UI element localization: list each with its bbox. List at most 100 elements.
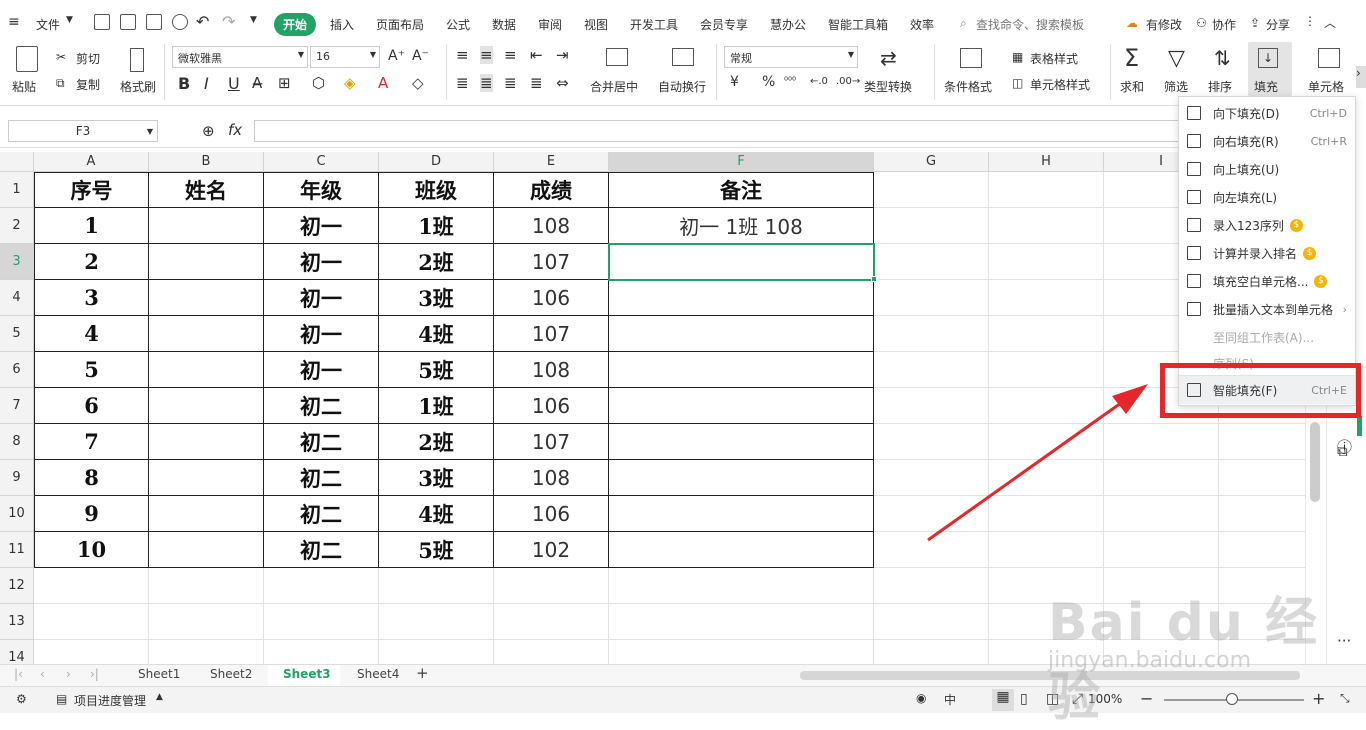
merge-center-icon[interactable] — [606, 48, 628, 66]
search-icon[interactable]: ⌕ — [960, 16, 967, 31]
table-cell[interactable]: 107 — [494, 316, 609, 352]
font-shrink-icon[interactable]: A⁻ — [412, 48, 429, 64]
empty-cell[interactable] — [1104, 532, 1219, 568]
table-cell[interactable]: 初二 — [264, 388, 379, 424]
more-icon[interactable]: ⋮ — [1304, 14, 1316, 28]
table-cell[interactable]: 6 — [34, 388, 149, 424]
empty-cell[interactable] — [1219, 424, 1305, 460]
empty-cell[interactable] — [989, 280, 1104, 316]
table-cell[interactable]: 102 — [494, 532, 609, 568]
table-cell[interactable]: 5班 — [379, 352, 494, 388]
column-header-f[interactable]: F — [609, 152, 874, 172]
tab-member[interactable]: 会员专享 — [700, 16, 748, 33]
tab-smart-office[interactable]: 慧办公 — [770, 16, 806, 33]
table-cell[interactable]: 1 — [34, 208, 149, 244]
row-header-10[interactable]: 10 — [0, 496, 34, 532]
collab-button[interactable]: 协作 — [1212, 16, 1236, 33]
empty-cell[interactable] — [379, 640, 494, 664]
redo-icon[interactable]: ↷ — [222, 12, 235, 31]
table-cell[interactable]: 10 — [34, 532, 149, 568]
table-cell[interactable]: 初二 — [264, 496, 379, 532]
fill-color-icon[interactable]: ◈ — [344, 74, 356, 92]
empty-cell[interactable] — [1104, 496, 1219, 532]
row-header-3[interactable]: 3 — [0, 244, 34, 280]
table-cell[interactable]: 4班 — [379, 496, 494, 532]
font-color-icon[interactable]: A — [378, 74, 388, 92]
sum-icon[interactable]: Σ — [1124, 44, 1139, 72]
table-cell[interactable]: 2 — [34, 244, 149, 280]
table-cell[interactable] — [149, 532, 264, 568]
bold-button[interactable]: B — [178, 74, 190, 93]
empty-cell[interactable] — [379, 604, 494, 640]
empty-cell[interactable] — [149, 604, 264, 640]
empty-cell[interactable] — [494, 640, 609, 664]
fill-menu-item[interactable]: 至同组工作表(A)... — [1179, 323, 1355, 351]
table-cell[interactable] — [149, 388, 264, 424]
table-cell[interactable] — [609, 460, 874, 496]
table-cell[interactable]: 3班 — [379, 460, 494, 496]
table-cell[interactable] — [609, 316, 874, 352]
share-button[interactable]: 分享 — [1266, 16, 1290, 33]
empty-cell[interactable] — [34, 604, 149, 640]
percent-button[interactable]: % — [762, 74, 775, 90]
row-header-5[interactable]: 5 — [0, 316, 34, 352]
format-painter-button[interactable]: 格式刷 — [120, 78, 156, 95]
table-cell[interactable]: 107 — [494, 424, 609, 460]
empty-cell[interactable] — [609, 568, 874, 604]
empty-cell[interactable] — [609, 604, 874, 640]
empty-cell[interactable] — [874, 244, 989, 280]
chevron-up-icon[interactable]: ▲ — [156, 692, 163, 702]
table-cell[interactable]: 7 — [34, 424, 149, 460]
sum-button[interactable]: 求和 — [1120, 78, 1144, 95]
table-cell[interactable] — [149, 316, 264, 352]
table-cell[interactable]: 9 — [34, 496, 149, 532]
column-header-g[interactable]: G — [874, 152, 989, 172]
conditional-format-button[interactable]: 条件格式 — [944, 78, 992, 95]
table-cell[interactable] — [149, 244, 264, 280]
menu-file[interactable]: 文件 — [36, 16, 60, 33]
table-cell[interactable]: 108 — [494, 352, 609, 388]
table-cell[interactable]: 108 — [494, 460, 609, 496]
empty-cell[interactable] — [34, 640, 149, 664]
tab-insert[interactable]: 插入 — [330, 16, 354, 33]
fill-menu-item[interactable]: 向上填充(U) — [1179, 155, 1355, 183]
empty-cell[interactable] — [874, 172, 989, 208]
empty-cell[interactable] — [874, 280, 989, 316]
empty-cell[interactable] — [34, 568, 149, 604]
align-center-icon[interactable]: ≣ — [480, 74, 493, 92]
table-cell[interactable] — [609, 352, 874, 388]
page-layout-icon[interactable]: ▯ — [1020, 691, 1028, 707]
tab-developer[interactable]: 开发工具 — [630, 16, 678, 33]
table-cell[interactable] — [149, 280, 264, 316]
table-cell[interactable] — [609, 496, 874, 532]
empty-cell[interactable] — [264, 640, 379, 664]
scroll-thumb[interactable] — [1310, 422, 1320, 502]
row-header-1[interactable]: 1 — [0, 172, 34, 208]
table-cell[interactable]: 3 — [34, 280, 149, 316]
tab-review[interactable]: 审阅 — [538, 16, 562, 33]
tab-page-layout[interactable]: 页面布局 — [376, 16, 424, 33]
empty-cell[interactable] — [1219, 496, 1305, 532]
add-sheet-icon[interactable]: + — [416, 664, 429, 682]
table-cell[interactable]: 5班 — [379, 532, 494, 568]
table-cell[interactable]: 5 — [34, 352, 149, 388]
table-cell[interactable]: 初一 — [264, 280, 379, 316]
type-convert-icon[interactable]: ⇄ — [880, 46, 897, 70]
italic-button[interactable]: I — [204, 74, 209, 93]
collapse-icon[interactable]: ︿ — [1324, 14, 1336, 31]
empty-cell[interactable] — [989, 532, 1104, 568]
table-cell[interactable] — [149, 496, 264, 532]
empty-cell[interactable] — [494, 568, 609, 604]
print-icon[interactable] — [146, 14, 162, 30]
fill-menu-item[interactable]: 批量插入文本到单元格 › — [1179, 295, 1355, 323]
search-commands[interactable]: 查找命令、搜索模板 — [976, 16, 1084, 33]
justify-icon[interactable]: ≣ — [530, 74, 543, 92]
tab-view[interactable]: 视图 — [584, 16, 608, 33]
table-cell[interactable] — [149, 352, 264, 388]
indent-increase-icon[interactable]: ⇥ — [556, 46, 569, 64]
empty-cell[interactable] — [874, 424, 989, 460]
paste-icon[interactable] — [16, 46, 38, 72]
distribute-icon[interactable]: ⇔ — [556, 74, 569, 92]
empty-cell[interactable] — [874, 352, 989, 388]
empty-cell[interactable] — [149, 568, 264, 604]
